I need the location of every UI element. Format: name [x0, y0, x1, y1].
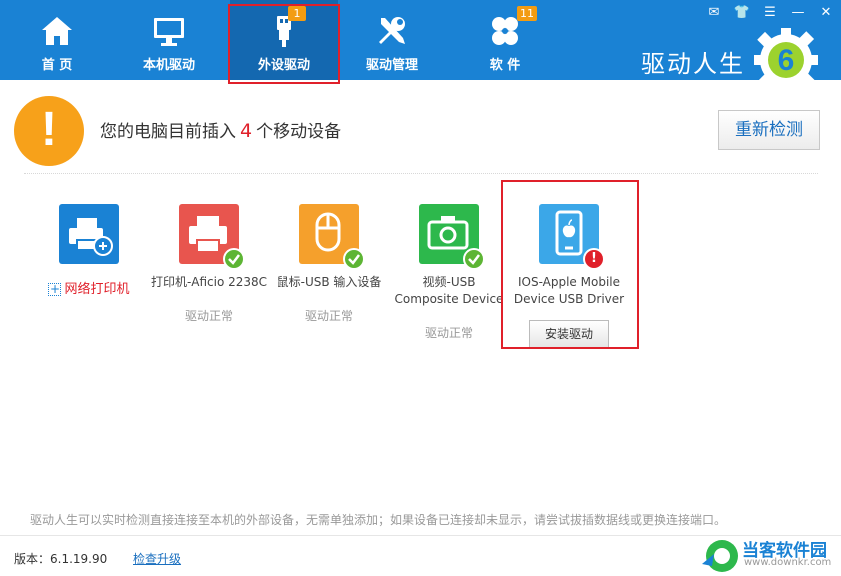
divider — [24, 173, 818, 174]
camera-icon — [419, 204, 485, 270]
warning-mark-icon: ! — [583, 248, 605, 270]
rescan-button[interactable]: 重新检测 — [718, 110, 820, 150]
device-camera[interactable]: 视频-USB Composite Device 驱动正常 — [389, 204, 509, 341]
device-name: 鼠标-USB 输入设备 — [276, 275, 382, 289]
device-count-message: 您的电脑目前插入 4 个移动设备 — [100, 117, 341, 142]
ok-check-icon — [463, 248, 485, 270]
phone-icon: ! — [539, 204, 605, 270]
nav-local-driver-label: 本机驱动 — [142, 58, 195, 73]
brand-logo-digit: 6 — [778, 44, 795, 77]
message-icon[interactable]: ✉ — [704, 4, 724, 22]
nav-local-driver[interactable]: 本机驱动 — [119, 0, 219, 80]
alert-suffix: 个移动设备 — [256, 122, 342, 142]
minimize-icon[interactable]: — — [788, 4, 808, 22]
software-badge: 11 — [517, 6, 537, 21]
device-status: 驱动正常 — [184, 309, 233, 323]
home-icon — [42, 17, 72, 45]
close-icon[interactable]: ✕ — [816, 4, 836, 22]
warning-icon: ! — [14, 96, 84, 166]
install-driver-button[interactable]: 安装驱动 — [529, 320, 609, 348]
nav-peripheral-driver-label: 外设驱动 — [257, 58, 310, 73]
nav-driver-manage[interactable]: 驱动管理 — [342, 0, 442, 80]
watermark-url: www.downkr.com — [744, 557, 832, 568]
device-status: 驱动正常 — [304, 309, 353, 323]
peripheral-badge: 1 — [288, 6, 306, 21]
device-mouse[interactable]: 鼠标-USB 输入设备 驱动正常 — [269, 204, 389, 324]
device-count: 4 — [240, 120, 253, 142]
nav-driver-manage-label: 驱动管理 — [365, 58, 418, 73]
network-printer-icon — [59, 204, 119, 264]
tools-icon — [379, 17, 405, 44]
nav-software-label: 软 件 — [489, 58, 521, 73]
shirt-icon[interactable]: 👕 — [732, 4, 752, 22]
device-status: 驱动正常 — [424, 326, 473, 340]
brand-text: 驱动人生 — [641, 50, 745, 78]
add-network-printer-link[interactable]: + 网络打印机 — [29, 278, 149, 297]
watermark-logo-icon — [702, 540, 738, 572]
hint-text: 驱动人生可以实时检测直接连接至本机的外部设备，无需单独添加；如果设备已连接却未显… — [30, 513, 727, 527]
nav-home[interactable]: 首 页 — [7, 0, 107, 80]
device-printer[interactable]: 打印机-Aficio 2238C 驱动正常 — [149, 204, 269, 324]
mouse-icon — [299, 204, 365, 270]
brand-gear-logo: 6 — [754, 28, 818, 92]
version-text: 版本：6.1.19.90 — [14, 552, 108, 566]
ok-check-icon — [223, 248, 245, 270]
header-bar: 首 页 本机驱动 1 外设驱动 驱动管理 11 软 件 ✉ 👕 ☰ — ✕ 驱动… — [0, 0, 841, 92]
printer-icon — [179, 204, 245, 270]
nav-peripheral-driver[interactable]: 1 外设驱动 — [230, 0, 338, 80]
monitor-icon — [154, 18, 184, 46]
nav-software[interactable]: 11 软 件 — [455, 0, 555, 80]
device-name: 视频-USB Composite Device — [394, 275, 504, 306]
network-printer-label: 网络打印机 — [64, 282, 130, 297]
alert-prefix: 您的电脑目前插入 — [100, 122, 236, 142]
nav-home-label: 首 页 — [41, 58, 73, 73]
plus-icon: + — [48, 282, 62, 296]
check-upgrade-link[interactable]: 检查升级 — [133, 550, 181, 567]
device-network-printer[interactable]: + 网络打印机 — [29, 204, 149, 297]
menu-icon[interactable]: ☰ — [760, 4, 780, 22]
device-name: IOS-Apple Mobile Device USB Driver — [513, 275, 625, 306]
ok-check-icon — [343, 248, 365, 270]
device-apple-mobile[interactable]: ! IOS-Apple Mobile Device USB Driver 安装驱… — [509, 204, 629, 348]
device-name: 打印机-Aficio 2238C — [150, 275, 268, 289]
